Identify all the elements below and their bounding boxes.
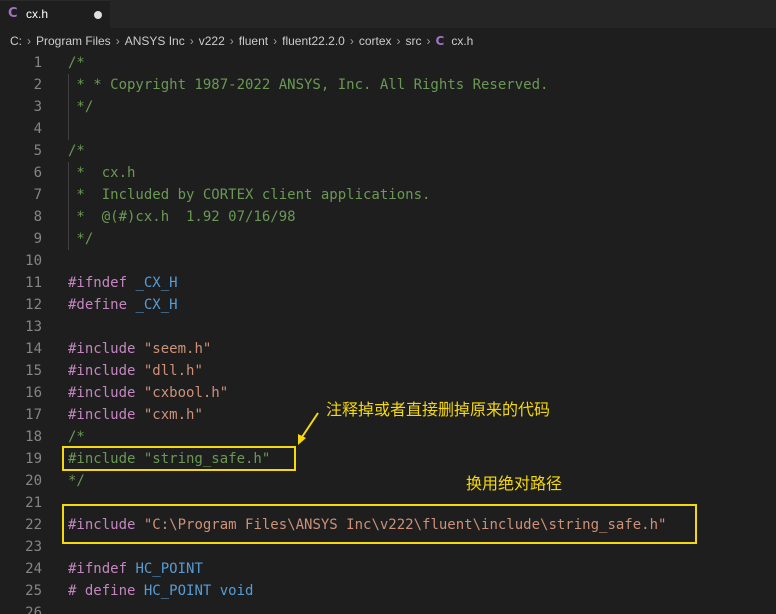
- annotation-comment-out: 注释掉或者直接删掉原来的代码: [326, 400, 551, 419]
- annotation-arrow: [298, 412, 319, 445]
- annotation-absolute-path: 换用绝对路径: [466, 474, 563, 493]
